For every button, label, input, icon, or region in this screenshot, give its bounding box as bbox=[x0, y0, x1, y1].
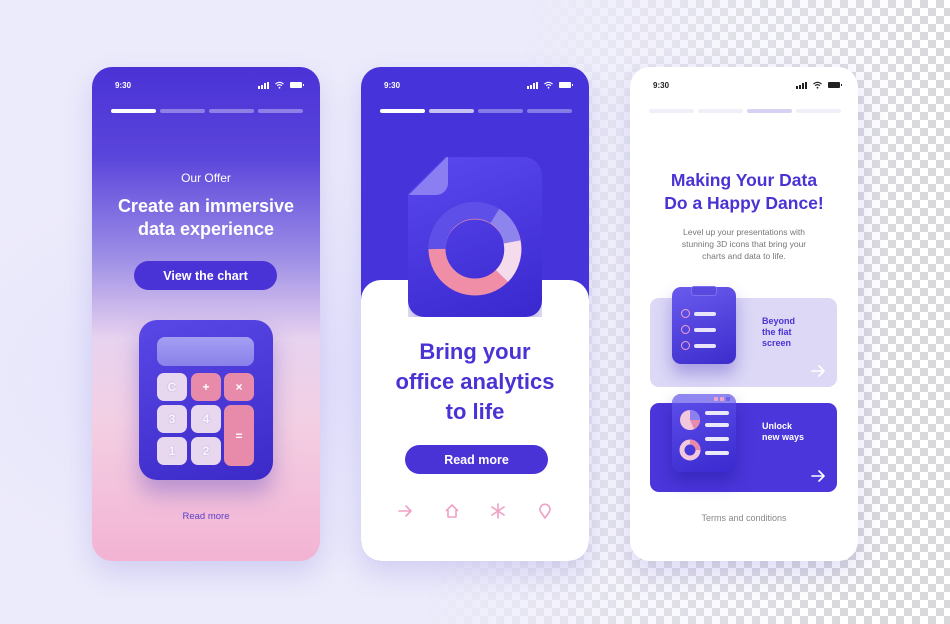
status-bar: 9:30 bbox=[115, 79, 304, 91]
location-pin-icon[interactable] bbox=[537, 503, 553, 519]
screen-title: Create an immersive data experience bbox=[102, 195, 310, 241]
calc-key: 2 bbox=[191, 437, 221, 465]
screen-title: Making Your Data Do a Happy Dance! bbox=[638, 169, 850, 215]
title-line: Bring your bbox=[419, 339, 531, 364]
checklist-clipboard-icon bbox=[672, 286, 736, 364]
progress-step bbox=[111, 109, 156, 113]
title-line: data experience bbox=[137, 219, 275, 239]
title-line: office analytics bbox=[395, 369, 555, 394]
card-label-line: new ways bbox=[762, 432, 805, 442]
screen-title: Bring your office analytics to life bbox=[371, 337, 579, 427]
signal-icon bbox=[796, 81, 807, 89]
wifi-icon bbox=[275, 81, 284, 89]
report-line bbox=[705, 411, 729, 415]
arrow-right-icon[interactable] bbox=[811, 470, 825, 482]
subtitle-line: charts and data to life. bbox=[702, 251, 786, 261]
status-time: 9:30 bbox=[115, 80, 132, 90]
home-icon[interactable] bbox=[444, 503, 460, 519]
progress-step bbox=[747, 109, 792, 113]
clipboard-clip bbox=[691, 286, 717, 296]
title-line: Making Your Data bbox=[670, 170, 818, 190]
card-label-line: Unlock bbox=[762, 421, 793, 431]
arrow-right-icon[interactable] bbox=[397, 503, 413, 519]
wifi-icon bbox=[544, 81, 553, 89]
card-label: Unlock new ways bbox=[762, 421, 804, 443]
report-line bbox=[705, 451, 729, 455]
calc-key: = bbox=[224, 405, 254, 466]
arrow-right-icon[interactable] bbox=[811, 365, 825, 377]
phone-screen-offer: 9:30 Our Offer Create an immersive data … bbox=[92, 67, 320, 561]
progress-step bbox=[209, 109, 254, 113]
progress-step bbox=[429, 109, 474, 113]
card-label-line: screen bbox=[762, 338, 792, 348]
calculator-display bbox=[157, 337, 254, 366]
battery-icon bbox=[828, 82, 842, 88]
battery-icon bbox=[559, 82, 573, 88]
calc-key: 1 bbox=[157, 437, 187, 465]
onboarding-progress bbox=[649, 109, 841, 113]
pie-chart-icon bbox=[680, 410, 700, 430]
dashboard-report-icon bbox=[672, 394, 736, 472]
document-fold bbox=[408, 157, 448, 195]
progress-step bbox=[698, 109, 743, 113]
calc-key: 3 bbox=[157, 405, 187, 433]
calc-key: C bbox=[157, 373, 187, 401]
title-line: Do a Happy Dance! bbox=[664, 193, 824, 213]
card-label-line: Beyond bbox=[762, 316, 796, 326]
window-dots bbox=[714, 397, 730, 401]
read-more-link[interactable]: Read more bbox=[92, 511, 320, 522]
card-label-line: the flat bbox=[762, 327, 792, 337]
asterisk-icon[interactable] bbox=[490, 503, 506, 519]
subtitle-line: Level up your presentations with bbox=[683, 227, 805, 237]
calculator-illustration: C + × 3 4 = 1 2 bbox=[139, 320, 273, 480]
progress-step bbox=[527, 109, 572, 113]
phone-screen-analytics: 9:30 Bring your office analytics to life… bbox=[361, 67, 589, 561]
status-time: 9:30 bbox=[384, 80, 401, 90]
calc-key: 4 bbox=[191, 405, 221, 433]
status-time: 9:30 bbox=[653, 80, 670, 90]
progress-step bbox=[796, 109, 841, 113]
report-line bbox=[705, 437, 729, 441]
progress-step bbox=[649, 109, 694, 113]
progress-step bbox=[478, 109, 523, 113]
progress-step bbox=[160, 109, 205, 113]
subtitle-line: stunning 3D icons that bring your bbox=[681, 239, 807, 249]
view-chart-button[interactable]: View the chart bbox=[134, 261, 277, 290]
progress-step bbox=[380, 109, 425, 113]
status-bar: 9:30 bbox=[653, 79, 842, 91]
title-line: to life bbox=[445, 399, 505, 424]
donut-chart-icon bbox=[428, 201, 522, 296]
screen-subtitle: Level up your presentations with stunnin… bbox=[670, 226, 818, 262]
onboarding-progress bbox=[111, 109, 303, 113]
onboarding-progress bbox=[380, 109, 572, 113]
title-line: Create an immersive bbox=[117, 196, 295, 216]
card-label: Beyond the flat screen bbox=[762, 316, 795, 349]
donut-chart-icon bbox=[679, 439, 701, 461]
calc-key: + bbox=[191, 373, 221, 401]
report-line bbox=[705, 423, 729, 427]
signal-icon bbox=[258, 81, 269, 89]
status-bar: 9:30 bbox=[384, 79, 573, 91]
battery-icon bbox=[290, 82, 304, 88]
bottom-nav bbox=[397, 503, 553, 519]
calc-key: × bbox=[224, 373, 254, 401]
signal-icon bbox=[527, 81, 538, 89]
read-more-button[interactable]: Read more bbox=[405, 445, 548, 474]
wifi-icon bbox=[813, 81, 822, 89]
eyebrow-label: Our Offer bbox=[181, 171, 231, 185]
progress-step bbox=[258, 109, 303, 113]
terms-and-conditions-link[interactable]: Terms and conditions bbox=[630, 513, 858, 523]
phone-screen-features: 9:30 Making Your Data Do a Happy Dance! … bbox=[630, 67, 858, 561]
